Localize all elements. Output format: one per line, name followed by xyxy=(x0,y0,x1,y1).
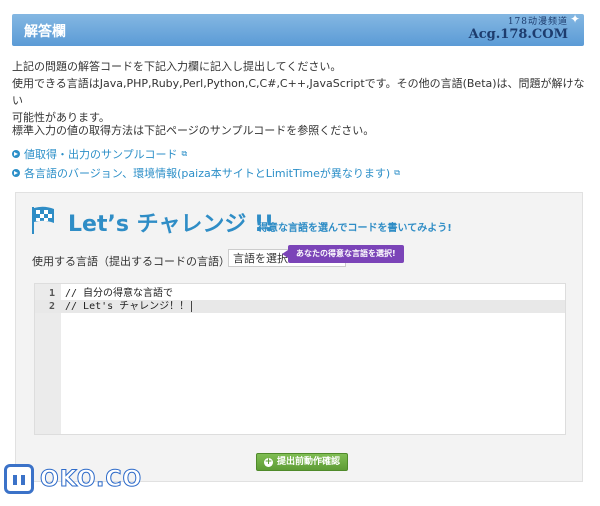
button-label: 提出前動作確認 xyxy=(276,457,340,467)
section-title: 解答欄 xyxy=(24,24,66,40)
code-editor[interactable]: 1 // 自分の得意な言語で 2 // Let's チャレンジ！！ xyxy=(34,283,566,435)
language-tooltip: あなたの得意な言語を選択! xyxy=(282,245,404,263)
plus-circle-icon: + xyxy=(263,456,273,467)
checkered-flag-icon xyxy=(32,206,54,234)
link-label[interactable]: 各言語のバージョン、環境情報(paiza本サイトとLimitTimeが異なります… xyxy=(24,165,390,181)
code-line-active[interactable]: 2 // Let's チャレンジ！！ xyxy=(35,300,565,313)
sample-code-link[interactable]: 値取得・出力のサンプルコード ⧉ xyxy=(12,146,187,162)
star-icon: ✦ xyxy=(569,12,580,26)
watermark-text: OKO.CO xyxy=(39,466,143,492)
link-label[interactable]: 値取得・出力のサンプルコード xyxy=(24,146,177,162)
external-link-icon: ⧉ xyxy=(181,149,188,158)
code-text[interactable]: // 自分の得意な言語で xyxy=(65,287,173,300)
instruction-line: 使用できる言語はJava,PHP,Ruby,Perl,Python,C,C#,C… xyxy=(12,77,585,107)
code-line[interactable]: 1 // 自分の得意な言語で xyxy=(35,287,565,300)
arrow-bullet-icon xyxy=(12,150,20,158)
instructions: 上記の問題の解答コードを下記入力欄に記入し提出してください。 使用できる言語はJ… xyxy=(12,58,592,126)
watermark-bottom: OKO.CO xyxy=(4,464,142,494)
challenge-subtitle: 得意な言語を選んでコードを書いてみよう! xyxy=(258,223,452,234)
instruction-line: 上記の問題の解答コードを下記入力欄に記入し提出してください。 xyxy=(12,60,342,73)
challenge-title: Let’s チャレンジ !! xyxy=(68,212,275,237)
external-link-icon: ⧉ xyxy=(394,168,400,177)
line-number: 1 xyxy=(48,288,55,299)
stdin-note: 標準入力の値の取得方法は下記ページのサンプルコードを参照ください。 xyxy=(12,124,375,137)
line-number: 2 xyxy=(48,301,55,312)
language-info-link[interactable]: 各言語のバージョン、環境情報(paiza本サイトとLimitTimeが異なります… xyxy=(12,165,400,181)
watermark-logo-icon xyxy=(4,464,34,494)
pre-submit-check-button[interactable]: + 提出前動作確認 xyxy=(256,453,348,471)
watermark-logo: 178动漫频道 Acg.178.COM ✦ xyxy=(468,12,580,42)
text-caret xyxy=(191,300,193,312)
answer-section-header: 解答欄 178动漫频道 Acg.178.COM ✦ xyxy=(12,12,584,46)
arrow-bullet-icon xyxy=(12,169,20,177)
challenge-panel: Let’s チャレンジ !! 得意な言語を選んでコードを書いてみよう! 使用する… xyxy=(15,192,583,482)
language-label: 使用する言語（提出するコードの言語） xyxy=(32,255,230,268)
code-text[interactable]: // Let's チャレンジ！！ xyxy=(65,300,193,313)
